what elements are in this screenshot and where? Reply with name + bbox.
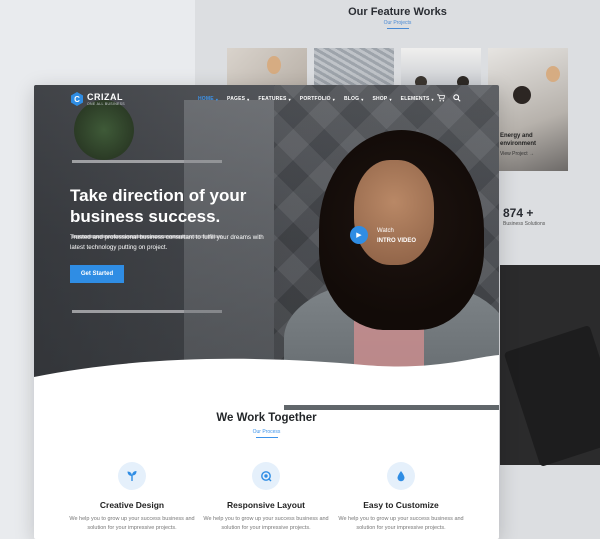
chevron-down-icon: ▾ [332,96,335,102]
main-nav: HOME ▾ PAGES ▾ FEATURES ▾ PORTFOLIO ▾ BLOG ▾ … [198,96,434,102]
logo-icon: C [71,92,83,106]
nav-pages[interactable]: PAGES ▾ [227,96,249,102]
feature-works-underline [387,28,409,29]
play-icon: ▶ [356,232,362,239]
nav-shop[interactable]: SHOP ▾ [372,96,391,102]
woman-face [354,160,434,265]
project-card-3[interactable] [401,48,481,88]
feature-easy-customize: Easy to Customize We help you to grow up… [334,462,468,533]
chevron-down-icon: ▾ [215,96,219,102]
nav-portfolio[interactable]: PORTFOLIO ▾ [300,96,335,102]
section-title: We Work Together [216,412,317,424]
brand-tagline: ONE ALL BUSINESS [87,101,125,106]
chevron-down-icon: ▾ [389,96,392,102]
chevron-down-icon: ▾ [431,96,434,102]
responsive-icon [252,462,280,490]
hero-wave-divider [34,355,499,405]
drop-icon [387,462,415,490]
chevron-down-icon: ▾ [247,96,250,102]
main-window: C CRIZAL ONE ALL BUSINESS HOME ▾ PAGES ▾ F… [34,85,499,539]
stat-label: Business Solutions [503,221,546,227]
watch-video-label[interactable]: Watch INTRO VIDEO [377,226,416,246]
project-card-title: Energy and environment [500,133,537,147]
play-video-button[interactable]: ▶ [350,226,368,244]
feature-desc: We help you to grow up your success busi… [338,516,464,531]
hero-headline: Take direction of your business success. [70,186,247,226]
project-card-2[interactable] [314,48,394,88]
section-subtitle: Our Process [252,429,281,435]
feature-title: Easy to Customize [363,500,439,510]
plant-image [74,100,134,160]
brand-name: CRIZAL [87,91,123,102]
feature-works-title: Our Feature Works [348,6,447,18]
feature-responsive-layout: Responsive Layout We help you to grow up… [199,462,333,533]
nav-home[interactable]: HOME ▾ [198,96,218,102]
project-card-1[interactable] [227,48,307,88]
get-started-button[interactable]: Get Started [70,265,124,283]
feature-title: Creative Design [99,500,165,510]
chevron-down-icon: ▾ [288,96,291,102]
feature-works-subtitle: Our Projects [383,20,412,26]
watch-label: Watch [377,228,394,234]
section-underline [256,437,278,438]
sprout-icon [118,462,146,490]
nav-blog[interactable]: BLOG ▾ [344,96,363,102]
feature-creative-design: Creative Design We help you to grow up y… [65,462,199,533]
feature-title: Responsive Layout [227,500,305,510]
cart-icon[interactable] [437,94,446,104]
nav-elements[interactable]: ELEMENTS ▾ [401,96,434,102]
search-icon[interactable] [453,94,461,104]
hero-lead: Trusted and professional business consul… [70,234,264,251]
stat-value: 874 + [503,206,534,220]
feature-desc: We help you to grow up your success busi… [69,516,195,531]
nav-icons [437,94,461,104]
nav-features[interactable]: FEATURES ▾ [258,96,290,102]
intro-video-label: INTRO VIDEO [377,238,417,244]
feature-desc: We help you to grow up your success busi… [203,516,329,531]
chevron-down-icon: ▾ [361,96,364,102]
brand-logo[interactable]: C CRIZAL ONE ALL BUSINESS [71,92,125,106]
view-project-link[interactable]: View Project → [500,151,534,157]
